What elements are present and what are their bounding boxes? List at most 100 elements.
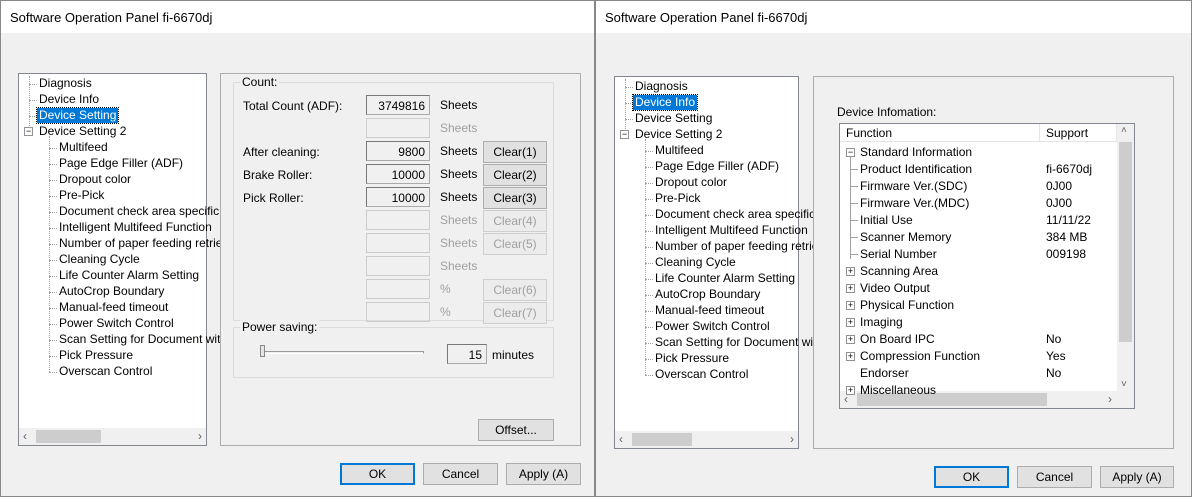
tree-line (645, 327, 653, 328)
clear-button[interactable]: Clear(4) (483, 210, 547, 232)
tree-item[interactable]: Device Setting 2 (37, 124, 128, 139)
settings-tree[interactable]: ‹ › Diagnosis Device Info Device Setting − De… (614, 76, 818, 449)
tree-item[interactable]: Page Edge Filler (ADF) (57, 156, 185, 171)
tree-item[interactable]: Manual-feed timeout (653, 303, 766, 318)
tree-item[interactable]: Number of paper feeding retrie (653, 239, 820, 254)
count-group: Count: Total Count (ADF): 3749816 Sheets Sh… (233, 75, 554, 324)
unit-label: Sheets (440, 144, 478, 158)
tree-item[interactable]: Document check area specific (57, 204, 221, 219)
tree-item[interactable]: AutoCrop Boundary (653, 287, 762, 302)
support-value: 009198 (1046, 247, 1087, 261)
collapse-icon[interactable]: − (620, 130, 629, 139)
tree-line (645, 375, 653, 376)
tree-line (850, 254, 858, 255)
tree-item[interactable]: Overscan Control (57, 364, 154, 379)
tree-horizontal-scrollbar[interactable]: ‹ › (19, 428, 206, 445)
ok-button[interactable]: OK (934, 466, 1009, 488)
tree-item[interactable]: Scan Setting for Document wit (653, 335, 818, 350)
support-value: No (1046, 332, 1062, 346)
tree-item[interactable]: Cleaning Cycle (653, 255, 738, 270)
scroll-up-icon[interactable]: ˄ (1121, 125, 1127, 136)
tree-item[interactable]: Device Setting (35, 107, 120, 124)
tree-item[interactable]: Pre-Pick (653, 191, 702, 206)
unit-label: Sheets (440, 98, 478, 112)
tree-item[interactable]: Dropout color (653, 175, 729, 190)
count-value (366, 256, 430, 276)
expand-icon[interactable]: + (846, 386, 855, 395)
support-value: 384 MB (1046, 230, 1088, 244)
tree-item[interactable]: Document check area specific (653, 207, 817, 222)
tree-item[interactable]: Manual-feed timeout (57, 300, 170, 315)
clear-button[interactable]: Clear(3) (483, 187, 547, 209)
tree-item[interactable]: Power Switch Control (57, 316, 176, 331)
function-name: Physical Function (860, 298, 955, 312)
collapse-icon[interactable]: − (24, 127, 33, 136)
expand-icon[interactable]: − (846, 148, 855, 157)
scroll-thumb[interactable] (36, 430, 101, 443)
scroll-right-icon[interactable]: › (1108, 392, 1112, 406)
tree-item[interactable]: Page Edge Filler (ADF) (653, 159, 781, 174)
power-saving-slider[interactable] (262, 351, 424, 354)
expand-icon[interactable]: + (846, 267, 855, 276)
column-header-support[interactable]: Support (1040, 124, 1117, 142)
tree-item[interactable]: Diagnosis (633, 79, 690, 94)
count-legend: Count: (240, 75, 280, 89)
tree-item[interactable]: Life Counter Alarm Setting (57, 268, 201, 283)
device-info-panel: Device Infomation: Function Support ˄ ˅ … (813, 76, 1174, 449)
scroll-right-icon[interactable]: › (790, 432, 794, 446)
expand-icon[interactable]: + (846, 335, 855, 344)
scroll-right-icon[interactable]: › (198, 429, 202, 443)
tree-item[interactable]: Device Setting 2 (633, 127, 724, 142)
tree-item[interactable]: Device Info (631, 94, 699, 111)
tree-line (49, 244, 57, 245)
expand-icon[interactable]: + (846, 352, 855, 361)
tree-line (645, 215, 653, 216)
tree-item[interactable]: Pick Pressure (653, 351, 731, 366)
expand-icon[interactable]: + (846, 284, 855, 293)
tree-item[interactable]: Number of paper feeding retrie (57, 236, 224, 251)
cancel-button[interactable]: Cancel (423, 463, 498, 485)
column-header-function[interactable]: Function (840, 124, 1040, 142)
expand-icon[interactable]: + (846, 318, 855, 327)
tree-item[interactable]: Overscan Control (653, 367, 750, 382)
tree-item[interactable]: Intelligent Multifeed Function (57, 220, 214, 235)
scroll-thumb[interactable] (1119, 142, 1132, 342)
clear-button[interactable]: Clear(2) (483, 164, 547, 186)
function-name: Video Output (860, 281, 930, 295)
count-value (366, 279, 430, 299)
tree-item[interactable]: Multifeed (653, 143, 706, 158)
offset-button[interactable]: Offset... (478, 419, 554, 441)
tree-item[interactable]: Scan Setting for Document wit (57, 332, 222, 347)
apply-button[interactable]: Apply (A) (506, 463, 581, 485)
list-vertical-scrollbar[interactable]: ˄ ˅ (1117, 124, 1134, 391)
scroll-left-icon[interactable]: ‹ (619, 432, 623, 446)
tree-item[interactable]: Power Switch Control (653, 319, 772, 334)
clear-button[interactable]: Clear(5) (483, 233, 547, 255)
tree-item[interactable]: Pick Pressure (57, 348, 135, 363)
tree-horizontal-scrollbar[interactable]: ‹ › (615, 431, 798, 448)
scroll-down-icon[interactable]: ˅ (1121, 379, 1127, 390)
tree-item[interactable]: Device Info (37, 92, 101, 107)
tree-item[interactable]: Intelligent Multifeed Function (653, 223, 810, 238)
apply-button[interactable]: Apply (A) (1100, 466, 1174, 488)
tree-item[interactable]: Device Setting (633, 111, 714, 126)
expand-icon[interactable]: + (846, 301, 855, 310)
tree-item[interactable]: Pre-Pick (57, 188, 106, 203)
slider-thumb[interactable] (260, 345, 265, 357)
tree-item[interactable]: AutoCrop Boundary (57, 284, 166, 299)
scroll-left-icon[interactable]: ‹ (23, 429, 27, 443)
ok-button[interactable]: OK (340, 463, 415, 485)
settings-tree[interactable]: ‹ › Diagnosis Device Info Device Setting − De… (18, 73, 222, 446)
clear-button[interactable]: Clear(1) (483, 141, 547, 163)
tree-item[interactable]: Diagnosis (37, 76, 94, 91)
tree-item[interactable]: Multifeed (57, 140, 110, 155)
function-name: Initial Use (860, 213, 913, 227)
tree-item[interactable]: Life Counter Alarm Setting (653, 271, 797, 286)
clear-button[interactable]: Clear(6) (483, 279, 547, 301)
scroll-thumb[interactable] (632, 433, 692, 446)
tree-item[interactable]: Cleaning Cycle (57, 252, 142, 267)
device-info-list[interactable]: Function Support ˄ ˅ ‹ › − Standard Infor… (839, 123, 1135, 409)
clear-button[interactable]: Clear(7) (483, 302, 547, 324)
tree-item[interactable]: Dropout color (57, 172, 133, 187)
cancel-button[interactable]: Cancel (1017, 466, 1092, 488)
